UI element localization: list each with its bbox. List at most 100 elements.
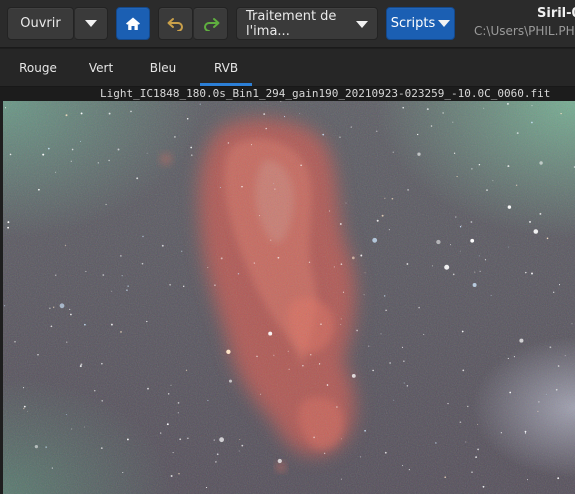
- star: [219, 437, 225, 443]
- star: [272, 183, 274, 185]
- star: [214, 284, 216, 287]
- star: [270, 239, 272, 241]
- star: [23, 405, 26, 408]
- star: [127, 285, 129, 287]
- star: [55, 274, 57, 276]
- star: [351, 256, 355, 260]
- star: [69, 308, 71, 310]
- star: [444, 476, 446, 478]
- star: [94, 390, 96, 392]
- star: [85, 271, 87, 273]
- star: [442, 112, 444, 114]
- star: [226, 349, 231, 354]
- astro-image[interactable]: [3, 101, 575, 494]
- star: [65, 114, 68, 117]
- star: [80, 363, 83, 366]
- star: [351, 373, 356, 378]
- chevron-down-icon: [438, 20, 451, 27]
- star: [560, 112, 562, 115]
- star: [260, 393, 262, 395]
- star: [121, 275, 123, 277]
- home-button[interactable]: [116, 7, 150, 40]
- star: [191, 154, 193, 156]
- star: [136, 177, 139, 180]
- star: [539, 212, 542, 215]
- star: [459, 250, 461, 252]
- home-icon: [126, 17, 140, 30]
- star: [477, 448, 479, 451]
- star: [110, 323, 113, 326]
- star: [219, 187, 221, 189]
- star: [287, 350, 289, 352]
- star: [130, 110, 132, 113]
- star: [215, 461, 217, 463]
- star: [538, 401, 540, 403]
- star: [308, 261, 311, 263]
- star: [478, 255, 480, 257]
- star: [381, 214, 384, 217]
- open-button[interactable]: Ouvrir: [7, 7, 74, 40]
- star: [174, 136, 176, 138]
- tab-blue[interactable]: Bleu: [136, 49, 190, 87]
- star: [177, 402, 180, 404]
- star: [161, 244, 164, 247]
- star: [84, 323, 86, 326]
- image-viewport[interactable]: [3, 101, 575, 494]
- star: [546, 237, 549, 240]
- star: [263, 113, 266, 116]
- star: [237, 273, 240, 275]
- open-menu-button[interactable]: [74, 7, 108, 40]
- star: [372, 237, 378, 243]
- star: [333, 266, 335, 268]
- star: [526, 479, 528, 481]
- star: [490, 295, 492, 296]
- redo-button[interactable]: [193, 7, 228, 40]
- star: [453, 152, 456, 154]
- star: [324, 452, 326, 454]
- star: [3, 305, 6, 307]
- star: [467, 405, 469, 408]
- star: [545, 393, 547, 395]
- star: [456, 175, 458, 178]
- star: [55, 171, 57, 173]
- star: [341, 438, 342, 440]
- star: [172, 452, 174, 454]
- star: [101, 363, 103, 365]
- star: [310, 354, 312, 356]
- star: [34, 444, 39, 449]
- star: [108, 159, 110, 162]
- star: [363, 294, 365, 296]
- star: [101, 400, 103, 402]
- star: [288, 368, 290, 370]
- tab-green[interactable]: Vert: [76, 49, 126, 87]
- star: [241, 186, 243, 188]
- star: [340, 318, 342, 320]
- star: [170, 384, 172, 386]
- star: [179, 438, 182, 441]
- star: [447, 403, 449, 405]
- star: [484, 259, 487, 261]
- star: [80, 112, 83, 115]
- star: [482, 485, 485, 488]
- star: [356, 329, 358, 332]
- image-processing-menu-button[interactable]: Traitement de l'ima...: [236, 7, 378, 40]
- star: [557, 477, 560, 480]
- star: [380, 333, 382, 335]
- tab-red[interactable]: Rouge: [8, 49, 68, 87]
- tab-rgb[interactable]: RVB: [200, 49, 252, 87]
- star: [227, 142, 229, 144]
- star: [64, 244, 67, 247]
- star: [105, 203, 107, 206]
- star: [384, 295, 386, 297]
- undo-button[interactable]: [158, 7, 193, 40]
- star: [436, 239, 441, 245]
- star: [169, 283, 172, 286]
- star: [474, 271, 476, 273]
- star: [500, 432, 503, 434]
- star: [483, 107, 485, 109]
- star: [401, 464, 404, 467]
- star: [406, 263, 409, 265]
- scripts-menu-button[interactable]: Scripts: [386, 7, 455, 40]
- star: [368, 345, 370, 347]
- star: [539, 161, 543, 165]
